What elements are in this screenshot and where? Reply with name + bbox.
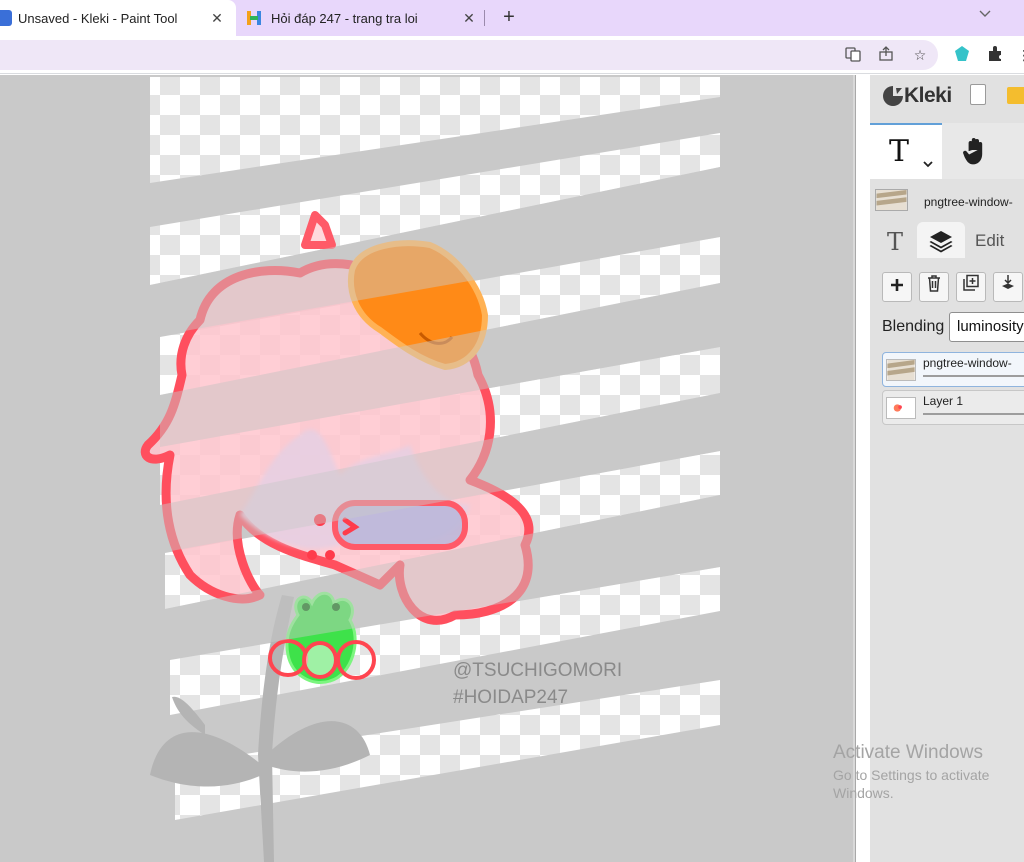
delete-layer-button[interactable] [919, 272, 949, 302]
blending-label: Blending [882, 318, 945, 335]
layer-thumbnail [875, 189, 908, 211]
text-tool-icon: T [889, 134, 910, 169]
bookmark-star-icon[interactable]: ☆ [910, 45, 930, 65]
plus-icon [891, 279, 903, 291]
chevron-down-icon[interactable] [923, 159, 933, 171]
drawing-canvas[interactable]: @TSUCHIGOMORI #HOIDAP247 [0, 75, 855, 862]
windows-activation-watermark: Activate Windows Go to Settings to activ… [833, 742, 1024, 802]
chevron-down-icon[interactable] [976, 6, 994, 24]
close-tab-icon[interactable]: ✕ [208, 9, 226, 27]
kleki-logo-label[interactable]: Kleki [904, 84, 952, 108]
browser-toolbar: ☆ ⋮ [0, 36, 1024, 74]
panel-tab-row: T Edit [870, 222, 1024, 258]
browser-tab-strip: Unsaved - Kleki - Paint Tool ✕ Hỏi đáp 2… [0, 0, 1024, 36]
tab-kleki[interactable]: Unsaved - Kleki - Paint Tool ✕ [0, 0, 236, 36]
layer-opacity-bar[interactable] [923, 413, 1024, 415]
tab-separator [484, 10, 485, 26]
activation-title: Activate Windows [833, 742, 983, 763]
add-layer-button[interactable] [882, 272, 912, 302]
share-icon[interactable] [876, 45, 896, 65]
layer-name: pngtree-window- [923, 356, 1012, 370]
watermark-line: #HOIDAP247 [453, 687, 569, 708]
close-tab-icon[interactable]: ✕ [460, 9, 478, 27]
canvas-artwork [140, 75, 855, 862]
brand-row: Kleki [870, 75, 1024, 119]
open-folder-icon[interactable] [1007, 87, 1024, 104]
translate-icon[interactable] [843, 45, 863, 65]
tab-text[interactable]: T [873, 226, 917, 258]
duplicate-icon [963, 274, 979, 291]
merge-layer-button[interactable] [993, 272, 1023, 302]
new-file-icon[interactable] [970, 84, 986, 105]
layer-opacity-bar[interactable] [923, 375, 1024, 377]
watermark-text: @TSUCHIGOMORI #HOIDAP247 [453, 657, 622, 711]
tab-title: Unsaved - Kleki - Paint Tool [18, 11, 178, 26]
text-tool-button[interactable]: T [870, 123, 942, 179]
duplicate-layer-button[interactable] [956, 272, 986, 302]
address-bar[interactable] [0, 40, 938, 70]
kleki-logo-icon[interactable] [880, 83, 906, 109]
layer-item[interactable]: Layer 1 [882, 390, 1024, 425]
merge-down-icon [1002, 275, 1014, 289]
activation-subtitle: Go to Settings to activate Windows. [833, 767, 990, 801]
active-layer-name: pngtree-window- [924, 195, 1013, 209]
blending-mode-select[interactable]: luminosity [949, 312, 1024, 342]
kleki-favicon-icon [0, 10, 12, 26]
tool-row: T [870, 123, 1024, 179]
hoidap247-favicon-icon [246, 10, 262, 26]
layer-thumbnail [886, 397, 916, 419]
extension-gem-icon[interactable] [952, 45, 972, 65]
tab-hoidap247[interactable]: Hỏi đáp 247 - trang tra loi ✕ [238, 0, 484, 36]
layers-icon [929, 231, 953, 253]
tab-layers[interactable] [917, 222, 965, 258]
layer-name: Layer 1 [923, 394, 964, 408]
more-icon[interactable]: ⋮ [1014, 45, 1024, 65]
tab-title: Hỏi đáp 247 - trang tra loi [271, 11, 418, 26]
trash-icon [928, 275, 940, 292]
hand-tool-icon[interactable] [960, 135, 992, 167]
plus-icon[interactable]: + [498, 7, 520, 29]
extensions-puzzle-icon[interactable] [985, 45, 1005, 65]
watermark-line: @TSUCHIGOMORI [453, 660, 623, 681]
layer-item[interactable]: pngtree-window- [882, 352, 1024, 387]
layer-thumbnail [886, 359, 916, 381]
tab-edit[interactable]: Edit [975, 231, 1004, 251]
